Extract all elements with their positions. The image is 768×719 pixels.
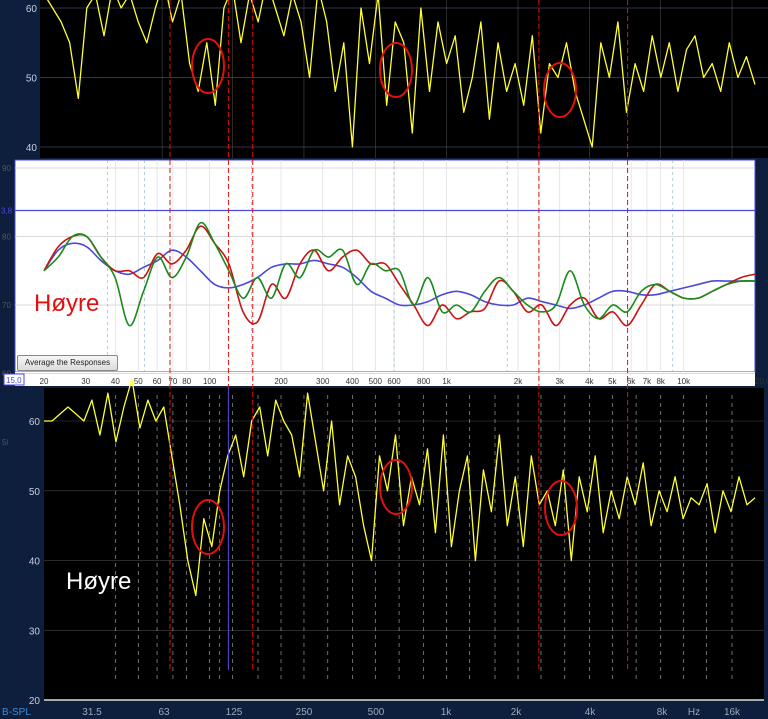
x-tick-label: 200 — [274, 377, 288, 386]
x-tick-label: 1k — [441, 707, 453, 718]
y-tick-label: 60 — [29, 417, 41, 428]
x-tick-label: 16k — [724, 707, 741, 718]
x-tick-label: 500 — [369, 377, 383, 386]
chart-composite: 60504090807060503,815,020304050607080100… — [0, 0, 768, 719]
y-tick-label: 90 — [2, 164, 11, 173]
y-tick-label: 40 — [26, 143, 38, 154]
x-tick-label: 60 — [153, 377, 162, 386]
x-tick-label: 6k — [627, 377, 636, 386]
x-tick-label: 20 — [40, 377, 49, 386]
x-tick-label: 250 — [296, 707, 313, 718]
average-responses-button[interactable]: Average the Responses — [17, 355, 118, 371]
level-marker-label: 3,8 — [1, 206, 13, 215]
x-tick-label: 1k — [442, 377, 451, 386]
y-tick-label: 80 — [2, 233, 11, 242]
x-tick-label: 400 — [346, 377, 360, 386]
top-panel-bg — [0, 0, 768, 158]
x-tick-label: 10k — [677, 377, 691, 386]
y-tick-label: 50 — [29, 487, 41, 498]
ymin-label: 15,0 — [6, 376, 22, 385]
x-tick-label: 5k — [608, 377, 617, 386]
x-tick-label: Hz — [688, 707, 700, 718]
x-tick-label: 500 — [368, 707, 385, 718]
x-tick-label: 125 — [226, 707, 243, 718]
x-tick-label: 600 — [387, 377, 401, 386]
x-tick-label: 20,0k Hz — [755, 377, 768, 386]
x-tick-label: 31.5 — [82, 707, 102, 718]
y-tick-label: 50 — [26, 74, 38, 85]
x-tick-label: 100 — [203, 377, 217, 386]
y-tick-label: 60 — [26, 4, 38, 15]
y-unit-label: B-SPL — [2, 707, 31, 718]
x-tick-label: 63 — [158, 707, 170, 718]
x-tick-label: 800 — [417, 377, 431, 386]
annotation-middle: Høyre — [34, 290, 100, 317]
x-tick-label: 2k — [514, 377, 523, 386]
annotation-bottom: Høyre — [66, 568, 132, 595]
x-tick-label: 3k — [556, 377, 565, 386]
x-tick-label: 80 — [182, 377, 191, 386]
x-tick-label: 50 — [134, 377, 143, 386]
x-tick-label: 4k — [585, 707, 597, 718]
middle-plot-bg — [14, 159, 756, 373]
x-tick-label: 40 — [111, 377, 120, 386]
x-tick-label: 4k — [585, 377, 594, 386]
y-tick-label: 70 — [2, 301, 11, 310]
y-tick-label: 40 — [29, 557, 41, 568]
y-tick-label: 30 — [29, 626, 41, 637]
bottom-plot-bg — [44, 388, 764, 700]
x-tick-label: 2k — [511, 707, 523, 718]
x-tick-label: 30 — [81, 377, 90, 386]
y-tick-label: 20 — [29, 696, 41, 707]
x-tick-label: 7k — [643, 377, 652, 386]
x-tick-label: 300 — [316, 377, 330, 386]
x-tick-label: 8k — [656, 377, 665, 386]
x-tick-label: 8k — [657, 707, 669, 718]
